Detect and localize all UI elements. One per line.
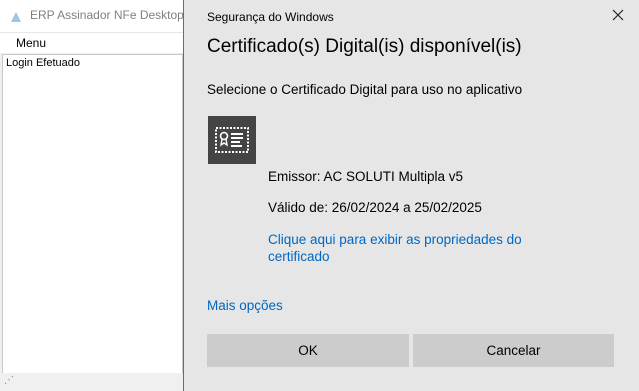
login-status-text: Login Efetuado (6, 57, 81, 69)
more-options-link[interactable]: Mais opções (207, 298, 283, 313)
certificate-validity: Válido de: 26/02/2024 a 25/02/2025 (268, 200, 482, 215)
dialog-header: Segurança do Windows (207, 10, 334, 24)
menu-bar: Menu (0, 33, 183, 53)
background-titlebar: ERP Assinador NFe Desktop - (0, 0, 191, 33)
resize-grip-icon[interactable]: ⋰ (4, 375, 14, 386)
app-logo-icon (9, 9, 23, 23)
background-app-window: ERP Assinador NFe Desktop - Menu Login E… (0, 0, 191, 391)
menu-item-menu[interactable]: Menu (16, 36, 46, 50)
background-content-area: Login Efetuado (2, 54, 183, 374)
certificate-icon[interactable] (208, 116, 256, 164)
status-bar: ⋰ (0, 373, 183, 391)
certificate-properties-link[interactable]: Clique aqui para exibir as propriedades … (268, 231, 558, 265)
ok-button[interactable]: OK (207, 334, 409, 367)
certificate-issuer: Emissor: AC SOLUTI Multipla v5 (268, 169, 464, 184)
dialog-subtitle: Selecione o Certificado Digital para uso… (207, 82, 523, 97)
cancel-button[interactable]: Cancelar (413, 334, 614, 367)
background-window-title: ERP Assinador NFe Desktop - (30, 8, 192, 22)
dialog-title: Certificado(s) Digital(is) disponível(is… (207, 36, 522, 57)
close-icon[interactable] (605, 4, 631, 28)
windows-security-dialog: Segurança do Windows Certificado(s) Digi… (183, 0, 639, 391)
